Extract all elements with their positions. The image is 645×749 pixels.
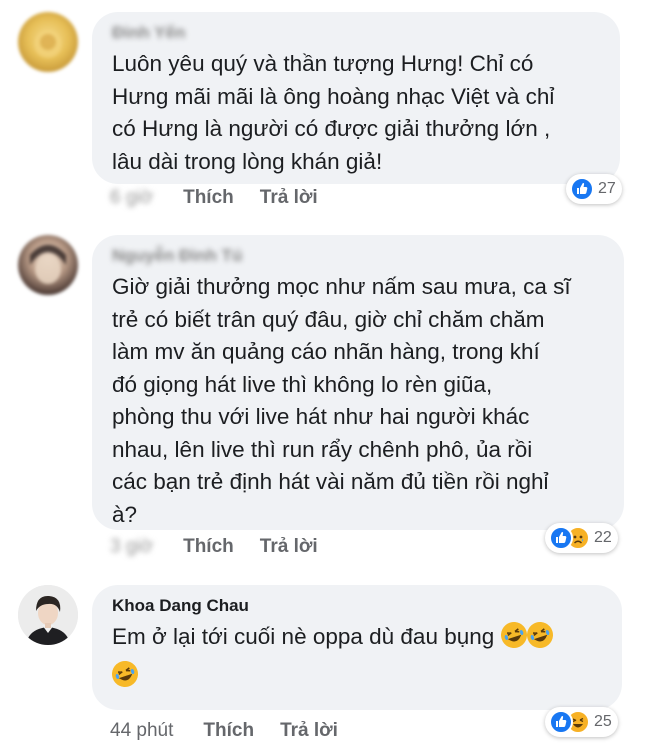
reaction-summary[interactable]: 27 [566,174,622,204]
comment-line: làm mv ăn quảng cáo nhãn hàng, trong khí [112,339,540,364]
like-button[interactable]: Thích [183,534,234,560]
rofl-emoji-icon [497,618,530,652]
comment-text: Giờ giải thưởng mọc như nấm sau mưa, ca … [112,271,602,531]
avatar-image [18,585,78,645]
reaction-count: 25 [594,713,612,730]
reaction-summary[interactable]: 25 [545,707,618,737]
comment-bubble: Khoa Dang Chau Em ở lại tới cuối nè oppa… [92,585,622,710]
avatar-image [34,30,62,58]
comment-line: Hưng mãi mãi là ông hoàng nhạc Việt và c… [112,83,555,109]
rofl-emoji-icon [108,657,142,690]
reply-button[interactable]: Trả lời [260,534,318,560]
reply-button[interactable]: Trả lời [280,718,338,744]
comment-line: à? [112,501,138,527]
avatar[interactable] [18,12,78,72]
comment-timestamp[interactable]: 6 giờ [110,185,153,211]
comment-line-text: Em ở lại tới cuối nè oppa dù đau bụng [112,624,495,649]
comment-line: trẻ có biết trân quý đâu, giờ chỉ chăm c… [112,306,545,332]
comment-line: đó giọng hát live thì không lo rèn giũa, [112,371,493,397]
comment-author[interactable]: Đinh Yến [112,22,598,44]
comment-author[interactable]: Khoa Dang Chau [112,595,600,617]
comment-line: có Hưng là người có được giải thưởng lớn… [112,116,551,141]
comment-author[interactable]: Nguyễn Đình Tú [112,245,602,267]
comment-bubble: Đinh Yến Luôn yêu quý và thần tượng Hưng… [92,12,620,184]
reply-button[interactable]: Trả lời [260,185,318,211]
comment-line: Luôn yêu quý và thần tượng Hưng! Chỉ có [112,51,534,76]
like-reaction-icon [549,526,573,550]
reaction-count: 27 [598,180,616,197]
comment-line: lâu dài trong lòng khán giả! [112,148,383,174]
avatar-image [30,245,66,284]
comment-bubble: Nguyễn Đình Tú Giờ giải thưởng mọc như n… [92,235,624,530]
comment-line: các bạn trẻ định hát vài năm đủ tiền rồi… [112,469,549,494]
rofl-emoji-icon [523,618,556,652]
avatar[interactable] [18,235,78,295]
comment-actions: 6 giờ Thích Trả lời [110,185,344,211]
comment-actions: 3 giờ Thích Trả lời [110,534,344,560]
comment-timestamp[interactable]: 44 phút [110,718,173,744]
comment-text: Em ở lại tới cuối nè oppa dù đau bụng [108,618,600,693]
comment-actions: 44 phút Thích Trả lời [110,718,364,744]
reaction-summary[interactable]: 22 [545,523,618,553]
comment-text: Luôn yêu quý và thần tượng Hưng! Chỉ có … [112,48,598,178]
comment-timestamp[interactable]: 3 giờ [110,534,153,560]
comment-line: nhau, lên live thì run rẩy chênh phô, ủa… [112,436,533,462]
comment-line: Em ở lại tới cuối nè oppa dù đau bụng [112,618,600,654]
like-button[interactable]: Thích [183,185,234,211]
avatar[interactable] [18,585,78,645]
comment-line [108,657,600,693]
comment-line: Giờ giải thưởng mọc như nấm sau mưa, ca … [112,274,571,299]
like-button[interactable]: Thích [203,718,254,744]
reaction-count: 22 [594,529,612,546]
comment-line: phòng thu với live hát như hai người khá… [112,404,530,429]
like-reaction-icon [570,177,594,201]
like-reaction-icon [549,710,573,734]
